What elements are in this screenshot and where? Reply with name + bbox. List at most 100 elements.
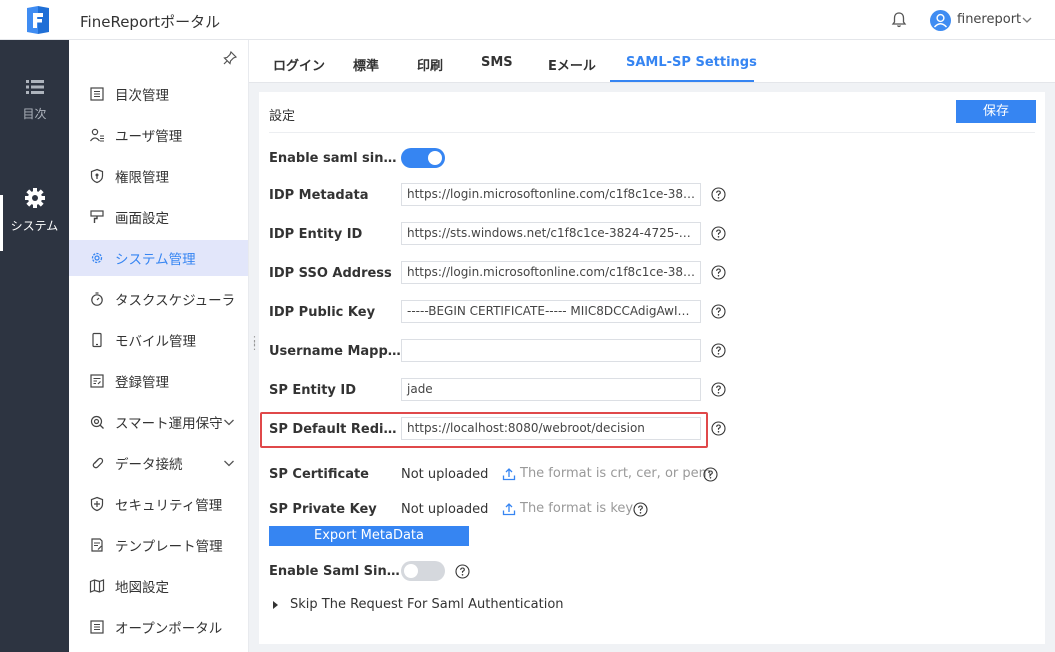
help-icon[interactable] xyxy=(711,421,726,436)
chevron-down-icon[interactable] xyxy=(1021,14,1033,26)
menu-item-templates[interactable]: テンプレート管理 xyxy=(69,527,248,563)
menu-item-mobile[interactable]: モバイル管理 xyxy=(69,322,248,358)
field-label: SP Entity ID xyxy=(269,383,357,398)
help-icon[interactable] xyxy=(711,343,726,358)
menu-item-label: データ接続 xyxy=(115,457,183,473)
username-mapping-input[interactable] xyxy=(401,339,701,362)
idp-public-key-input[interactable]: -----BEGIN CERTIFICATE----- MIIC8DCCAdig… xyxy=(401,300,701,323)
menu-item-task-scheduler[interactable]: タスクスケジューラ xyxy=(69,281,248,317)
sp-certificate-upload[interactable]: The format is crt, cer, or pem xyxy=(502,466,711,481)
chevron-down-icon[interactable] xyxy=(223,457,235,469)
enable-slo-toggle[interactable] xyxy=(401,561,445,581)
finereport-logo[interactable] xyxy=(24,5,52,35)
gear-icon xyxy=(91,252,103,264)
menu-item-label: テンプレート管理 xyxy=(115,539,223,555)
tab-login[interactable]: ログイン xyxy=(273,55,325,74)
menu-item-label: セキュリティ管理 xyxy=(115,498,223,514)
menu-item-label: 地図設定 xyxy=(115,580,169,596)
saml-settings-panel: 設定 保存 Enable saml single··· IDP Metadata… xyxy=(259,92,1045,644)
field-label: IDP SSO Address xyxy=(269,266,392,281)
bell-icon[interactable] xyxy=(890,11,908,29)
menu-item-users[interactable]: ユーザ管理 xyxy=(69,117,248,153)
menu-item-system-management[interactable]: システム管理 xyxy=(69,240,248,276)
menu-item-catalog[interactable]: 目次管理 xyxy=(69,76,248,112)
list-icon xyxy=(25,80,44,94)
phone-icon xyxy=(92,332,102,348)
menu-item-registration[interactable]: 登録管理 xyxy=(69,363,248,399)
sp-default-redirect-input[interactable]: https://localhost:8080/webroot/decision xyxy=(401,417,701,440)
menu-item-label: 権限管理 xyxy=(115,170,169,186)
tab-email[interactable]: Eメール xyxy=(548,55,596,74)
menu-item-label: 目次管理 xyxy=(115,88,169,104)
field-label: IDP Entity ID xyxy=(269,227,363,242)
nav-catalog-label: 目次 xyxy=(22,107,47,121)
menu-item-data-connection[interactable]: データ接続 xyxy=(69,445,248,481)
enable-sso-toggle[interactable] xyxy=(401,148,445,168)
field-label: IDP Metadata xyxy=(269,188,369,203)
sp-private-key-upload[interactable]: The format is key xyxy=(502,501,633,516)
upload-icon xyxy=(502,467,516,480)
toggle-knob xyxy=(428,151,442,165)
menu-item-label: スマート運用保守 xyxy=(115,416,223,432)
field-label: Username Mapping xyxy=(269,344,401,359)
active-tab-indicator xyxy=(610,80,754,82)
field-label: SP Default Redirec··· xyxy=(269,422,401,437)
nav-catalog[interactable]: 目次 xyxy=(0,77,69,122)
export-metadata-button[interactable]: Export MetaData xyxy=(269,526,469,546)
menu-item-map[interactable]: 地図設定 xyxy=(69,568,248,604)
menu-item-label: ユーザ管理 xyxy=(115,129,183,145)
resize-handle[interactable]: ⋮ ⋮ xyxy=(249,335,260,351)
security-icon xyxy=(90,496,104,512)
save-button[interactable]: 保存 xyxy=(956,100,1036,123)
idp-metadata-input[interactable]: https://login.microsoftonline.com/c1f8c1… xyxy=(401,183,701,206)
sp-private-key-status: Not uploaded xyxy=(401,502,489,517)
skip-request-collapsible[interactable]: Skip The Request For Saml Authentication xyxy=(273,597,564,612)
tab-print[interactable]: 印刷 xyxy=(417,55,443,74)
menu-item-permissions[interactable]: 権限管理 xyxy=(69,158,248,194)
menu-item-label: 登録管理 xyxy=(115,375,169,391)
toggle-knob xyxy=(404,564,418,578)
user-icon xyxy=(90,128,104,142)
menu-item-security[interactable]: セキュリティ管理 xyxy=(69,486,248,522)
chevron-down-icon[interactable] xyxy=(223,416,235,428)
help-icon[interactable] xyxy=(703,467,718,482)
portal-icon xyxy=(90,620,104,634)
nav-system[interactable]: システム xyxy=(0,187,69,234)
sp-certificate-hint: The format is crt, cer, or pem xyxy=(520,466,712,481)
sp-private-key-label: SP Private Key xyxy=(269,502,377,517)
help-icon[interactable] xyxy=(711,226,726,241)
sp-certificate-status: Not uploaded xyxy=(401,467,489,482)
nav-system-label: システム xyxy=(10,219,59,233)
help-icon[interactable] xyxy=(711,187,726,202)
paint-icon xyxy=(90,210,104,223)
menu-item-label: タスクスケジューラ xyxy=(115,293,236,309)
tab-sms[interactable]: SMS xyxy=(481,55,513,70)
register-icon xyxy=(90,374,104,388)
user-avatar[interactable] xyxy=(930,10,951,31)
panel-title: 設定 xyxy=(269,109,296,124)
idp-entity-id-input[interactable]: https://sts.windows.net/c1f8c1ce-3824-47… xyxy=(401,222,701,245)
tab-standard[interactable]: 標準 xyxy=(353,55,379,74)
help-icon[interactable] xyxy=(455,564,470,579)
shield-icon xyxy=(90,168,104,184)
help-icon[interactable] xyxy=(711,265,726,280)
sp-entity-id-input[interactable]: jade xyxy=(401,378,701,401)
pin-icon[interactable] xyxy=(222,50,238,66)
menu-item-open-portal[interactable]: オープンポータル xyxy=(69,609,248,645)
menu-item-label: 画面設定 xyxy=(115,211,169,227)
tab-saml-sp-settings[interactable]: SAML-SP Settings xyxy=(626,55,757,70)
divider xyxy=(269,132,1035,133)
idp-sso-address-input[interactable]: https://login.microsoftonline.com/c1f8c1… xyxy=(401,261,701,284)
settings-tabs: ログイン 標準 印刷 SMS Eメール SAML-SP Settings xyxy=(249,40,1055,83)
menu-item-smart-ops[interactable]: スマート運用保守 xyxy=(69,404,248,440)
link-icon xyxy=(92,457,104,469)
help-icon[interactable] xyxy=(711,304,726,319)
gear-icon xyxy=(24,188,45,208)
ops-icon xyxy=(90,415,104,429)
help-icon[interactable] xyxy=(633,502,648,517)
caret-right-icon xyxy=(273,600,278,609)
username[interactable]: finereport xyxy=(957,12,1021,27)
help-icon[interactable] xyxy=(711,382,726,397)
menu-item-appearance[interactable]: 画面設定 xyxy=(69,199,248,235)
sp-private-key-hint: The format is key xyxy=(520,501,634,516)
